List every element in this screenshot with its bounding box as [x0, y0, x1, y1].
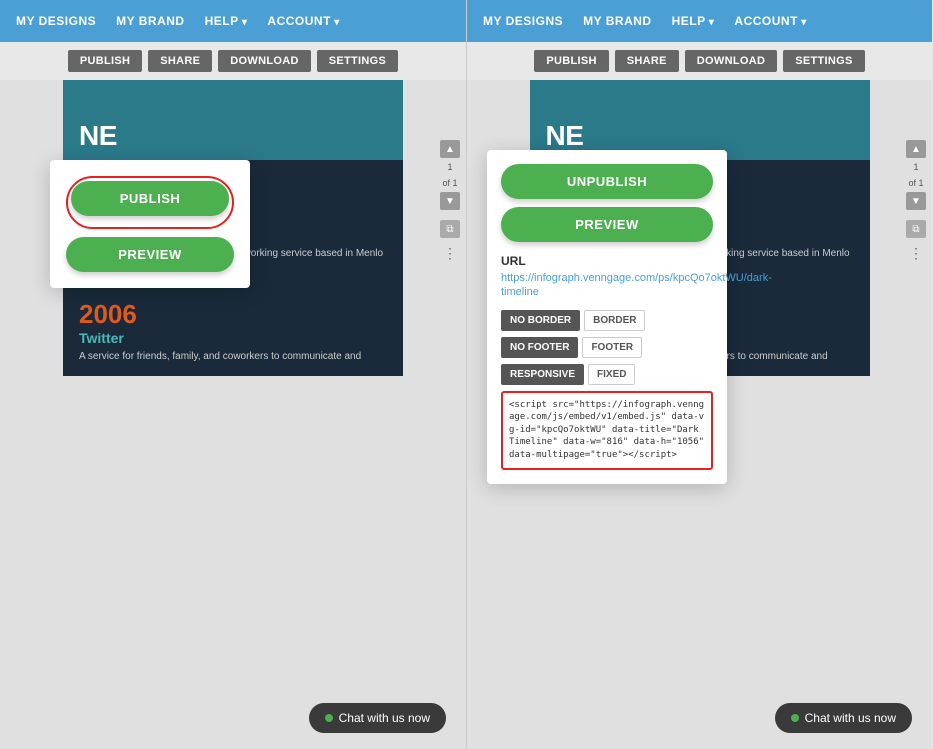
toolbar-left: PUBLISH SHARE DOWNLOAD SETTINGS — [0, 42, 466, 80]
size-toggle-group: RESPONSIVE FIXED — [501, 364, 713, 385]
copy-btn-left[interactable]: ⧉ — [440, 220, 460, 238]
publish-green-btn[interactable]: PUBLISH — [71, 181, 229, 216]
copy-btn-right[interactable]: ⧉ — [906, 220, 926, 238]
chat-dot-left — [325, 714, 333, 722]
nav-bar-left: MY DESIGNS MY BRAND HELP ACCOUNT — [0, 0, 466, 42]
fixed-btn[interactable]: FIXED — [588, 364, 635, 385]
nav-help[interactable]: HELP — [205, 14, 248, 28]
infographic-header-text-left: NE — [79, 120, 117, 152]
chat-label-left: Chat with us now — [339, 711, 430, 725]
url-section: URL https://infograph.venngage.com/ps/kp… — [501, 254, 713, 300]
infographic-header-left: NE — [63, 80, 403, 160]
border-btn[interactable]: BORDER — [584, 310, 645, 331]
no-border-btn[interactable]: NO BORDER — [501, 310, 580, 331]
scroll-controls-right: ▲ 1 of 1 ▼ ⧉ ⋮ — [906, 140, 926, 262]
scroll-controls-left: ▲ 1 of 1 ▼ ⧉ ⋮ — [440, 140, 460, 262]
canvas-left: NE atforms 2004 Facebook An online socia… — [0, 80, 466, 749]
scroll-down-right[interactable]: ▼ — [906, 192, 926, 210]
more-btn-left[interactable]: ⋮ — [440, 244, 460, 262]
publish-popup-left: PUBLISH PREVIEW — [50, 160, 250, 288]
infographic-header-right: NE — [530, 80, 870, 160]
publish-toolbar-btn-left[interactable]: PUBLISH — [68, 50, 142, 72]
chat-label-right: Chat with us now — [805, 711, 896, 725]
nav-my-designs[interactable]: MY DESIGNS — [16, 14, 96, 28]
page-num-right: 1 — [913, 160, 918, 174]
download-toolbar-btn-right[interactable]: DOWNLOAD — [685, 50, 777, 72]
nav-my-brand-right[interactable]: MY BRAND — [583, 14, 651, 28]
border-toggle-group: NO BORDER BORDER — [501, 310, 713, 331]
unpublish-btn[interactable]: UNPUBLISH — [501, 164, 713, 199]
canvas-right: NE atforms 2004 Facebook An online socia… — [467, 80, 932, 749]
share-toolbar-btn-right[interactable]: SHARE — [615, 50, 679, 72]
panel-right: MY DESIGNS MY BRAND HELP ACCOUNT PUBLISH… — [466, 0, 932, 749]
nav-account-right[interactable]: ACCOUNT — [734, 14, 806, 28]
publish-popup-right: UNPUBLISH PREVIEW URL https://infograph.… — [487, 150, 727, 484]
nav-bar-right: MY DESIGNS MY BRAND HELP ACCOUNT — [467, 0, 932, 42]
footer-btn[interactable]: FOOTER — [582, 337, 642, 358]
nav-my-designs-right[interactable]: MY DESIGNS — [483, 14, 563, 28]
desc-twitter-left: A service for friends, family, and cowor… — [79, 350, 387, 364]
publish-highlight-border: PUBLISH — [66, 176, 234, 229]
infographic-header-text-right: NE — [546, 120, 584, 152]
url-label: URL — [501, 254, 713, 268]
preview-btn-right[interactable]: PREVIEW — [501, 207, 713, 242]
nav-help-right[interactable]: HELP — [672, 14, 715, 28]
url-link[interactable]: https://infograph.venngage.com/ps/kpcQo7… — [501, 271, 713, 300]
publish-toolbar-btn-right[interactable]: PUBLISH — [534, 50, 608, 72]
settings-toolbar-btn-right[interactable]: SETTINGS — [783, 50, 864, 72]
toolbar-right: PUBLISH SHARE DOWNLOAD SETTINGS — [467, 42, 932, 80]
embed-code-box[interactable]: <script src="https://infograph.venngage.… — [501, 391, 713, 470]
settings-toolbar-btn-left[interactable]: SETTINGS — [317, 50, 398, 72]
chat-dot-right — [791, 714, 799, 722]
preview-green-btn-left[interactable]: PREVIEW — [66, 237, 234, 272]
nav-account[interactable]: ACCOUNT — [267, 14, 339, 28]
page-total-left: of 1 — [442, 176, 457, 190]
company-twitter-left: Twitter — [79, 330, 387, 346]
page-num-left: 1 — [447, 160, 452, 174]
page-total-right: of 1 — [908, 176, 923, 190]
year-2006-left: 2006 — [79, 299, 387, 330]
download-toolbar-btn-left[interactable]: DOWNLOAD — [218, 50, 310, 72]
footer-toggle-group: NO FOOTER FOOTER — [501, 337, 713, 358]
chat-btn-left[interactable]: Chat with us now — [309, 703, 446, 733]
panel-left: MY DESIGNS MY BRAND HELP ACCOUNT PUBLISH… — [0, 0, 466, 749]
scroll-up-left[interactable]: ▲ — [440, 140, 460, 158]
nav-my-brand[interactable]: MY BRAND — [116, 14, 184, 28]
share-toolbar-btn-left[interactable]: SHARE — [148, 50, 212, 72]
more-btn-right[interactable]: ⋮ — [906, 244, 926, 262]
responsive-btn[interactable]: RESPONSIVE — [501, 364, 584, 385]
chat-btn-right[interactable]: Chat with us now — [775, 703, 912, 733]
scroll-down-left[interactable]: ▼ — [440, 192, 460, 210]
scroll-up-right[interactable]: ▲ — [906, 140, 926, 158]
no-footer-btn[interactable]: NO FOOTER — [501, 337, 578, 358]
infographic-item-2-left: 2006 Twitter A service for friends, fami… — [63, 287, 403, 376]
